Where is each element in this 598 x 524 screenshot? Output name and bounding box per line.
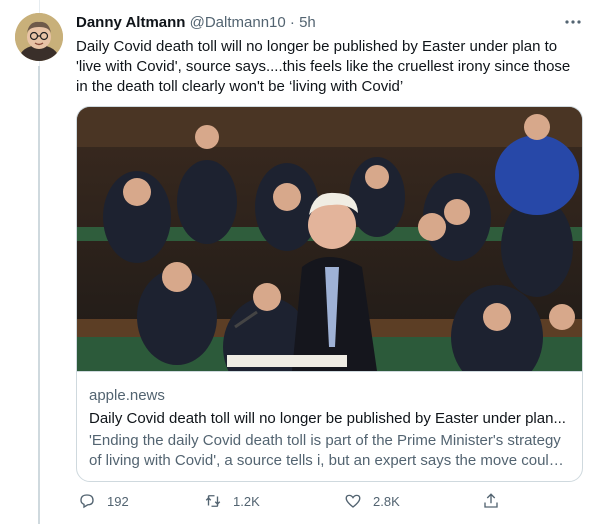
tweet-text: Daily Covid death toll will no longer be… [76,38,571,95]
like-button[interactable]: 2.8K [344,489,400,513]
thread-line [38,66,40,524]
share-icon [484,493,498,508]
more-horizontal-icon [565,20,581,24]
more-options-button[interactable] [563,12,583,32]
like-count: 2.8K [373,493,400,509]
author-handle[interactable]: @Daltmann10 [190,14,286,31]
avatar[interactable] [15,13,63,61]
card-description-line-2: of living with Covid', a source tells i,… [89,452,570,469]
card-description-line-1: 'Ending the daily Covid death toll is pa… [89,432,561,449]
reply-button[interactable]: 192 [78,489,129,513]
tweet-actions: 192 1.2K 2.8K [76,489,581,513]
retweet-button[interactable]: 1.2K [204,489,260,513]
retweet-icon [205,495,221,507]
share-button[interactable] [482,489,500,513]
link-card[interactable]: apple.news Daily Covid death toll will n… [76,106,583,482]
header-separator: · [289,14,295,31]
tweet-header: Danny Altmann @Daltmann10 · 5h [76,14,316,32]
card-title: Daily Covid death toll will no longer be… [89,410,566,427]
heart-icon [345,494,361,508]
author-name[interactable]: Danny Altmann [76,14,185,31]
card-image[interactable] [77,107,582,397]
tweet-timestamp[interactable]: 5h [299,14,316,31]
reply-count: 192 [107,493,129,509]
card-description: 'Ending the daily Covid death toll is pa… [89,431,570,471]
reply-icon [80,494,94,509]
retweet-count: 1.2K [233,493,260,509]
card-domain: apple.news [89,387,165,404]
card-body[interactable]: apple.news Daily Covid death toll will n… [77,371,582,469]
